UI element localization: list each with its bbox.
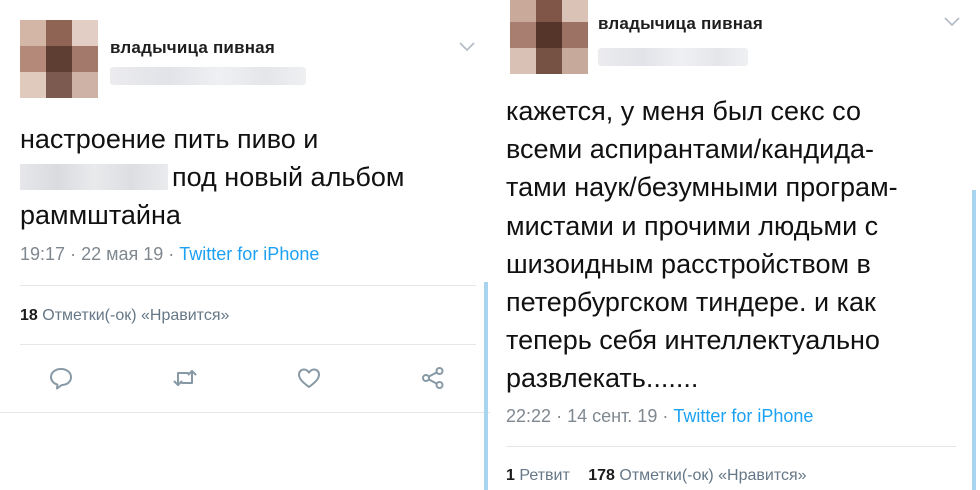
author-handle-blurred <box>110 67 306 85</box>
retweets-label[interactable]: Ретвит <box>519 467 569 484</box>
tweet-text-fragment: под новый альбом <box>172 162 405 192</box>
like-button[interactable] <box>295 364 323 392</box>
tweet-text-line: петербургском тиндере. и как <box>506 287 876 318</box>
tweet-source-link[interactable]: Twitter for iPhone <box>673 406 813 426</box>
retweet-icon <box>173 370 197 386</box>
divider <box>506 446 956 447</box>
tweet-time: 22:22 <box>506 406 552 426</box>
tweet-text-line: мистами и прочими людьми с <box>506 210 879 241</box>
scroll-indicator <box>972 190 976 490</box>
tweet-text-line: тами наук/безумными програм- <box>506 172 898 203</box>
likes-count[interactable]: 178 <box>588 467 615 484</box>
tweet-text-line: теперь себя интеллектуально <box>506 325 880 356</box>
author-name[interactable]: владычица пивная <box>110 38 275 58</box>
like-icon <box>298 368 320 388</box>
divider <box>20 344 476 345</box>
likes-label[interactable]: Отметки(-ок) «Нравится» <box>619 467 806 484</box>
tweet-text-line: шизоидным расстройством в <box>506 248 871 279</box>
tweet-text: кажется, у меня был секс со всеми аспира… <box>506 92 898 398</box>
reply-icon <box>50 368 72 390</box>
divider <box>20 285 476 286</box>
action-bar <box>47 364 447 392</box>
meta-separator: · <box>556 406 563 426</box>
meta-separator: · <box>662 406 669 426</box>
tweet-text-line: под новый альбом <box>20 158 404 196</box>
tweet-time: 19:17 <box>20 244 66 264</box>
share-button[interactable] <box>419 364 447 392</box>
right-tweet-panel: владычица пивная кажется, у меня был сек… <box>496 0 980 490</box>
avatar[interactable] <box>20 20 98 98</box>
tweet-text: настроение пить пиво и под новый альбом … <box>20 120 404 234</box>
retweet-button[interactable] <box>171 364 199 392</box>
tweet-meta: 19:17 · 22 мая 19 · Twitter for iPhone <box>20 244 319 265</box>
reply-button[interactable] <box>47 364 75 392</box>
left-tweet-panel: владычица пивная настроение пить пиво и … <box>0 0 490 490</box>
divider <box>0 412 490 413</box>
tweet-text-line: раммштайна <box>20 200 181 230</box>
scroll-indicator <box>484 282 488 490</box>
tweet-meta: 22:22 · 14 сент. 19 · Twitter for iPhone <box>506 406 813 427</box>
tweet-text-line: развлекать....... <box>506 363 699 394</box>
chevron-down-icon[interactable] <box>944 17 960 27</box>
tweet-date: 22 мая 19 <box>81 244 164 264</box>
likes-count[interactable]: 18 <box>20 307 38 324</box>
author-name[interactable]: владычица пивная <box>598 14 763 34</box>
likes-label[interactable]: Отметки(-ок) «Нравится» <box>42 307 229 324</box>
meta-separator: · <box>168 244 175 264</box>
tweet-stats: 18 Отметки(-ок) «Нравится» <box>20 307 229 325</box>
share-icon <box>422 367 444 389</box>
tweet-stats: 1 Ретвит 178 Отметки(-ок) «Нравится» <box>506 467 807 485</box>
tweet-text-line: всеми аспирантами/кандида- <box>506 134 875 165</box>
blurred-text <box>20 164 168 190</box>
tweet-text-line: настроение пить пиво и <box>20 124 319 154</box>
retweets-count[interactable]: 1 <box>506 467 515 484</box>
meta-separator: · <box>70 244 77 264</box>
tweet-source-link[interactable]: Twitter for iPhone <box>179 244 319 264</box>
avatar[interactable] <box>510 0 588 74</box>
chevron-down-icon[interactable] <box>459 42 475 52</box>
author-handle-blurred <box>598 48 748 66</box>
tweet-text-line: кажется, у меня был секс со <box>506 96 861 126</box>
tweet-date: 14 сент. 19 <box>567 406 658 426</box>
